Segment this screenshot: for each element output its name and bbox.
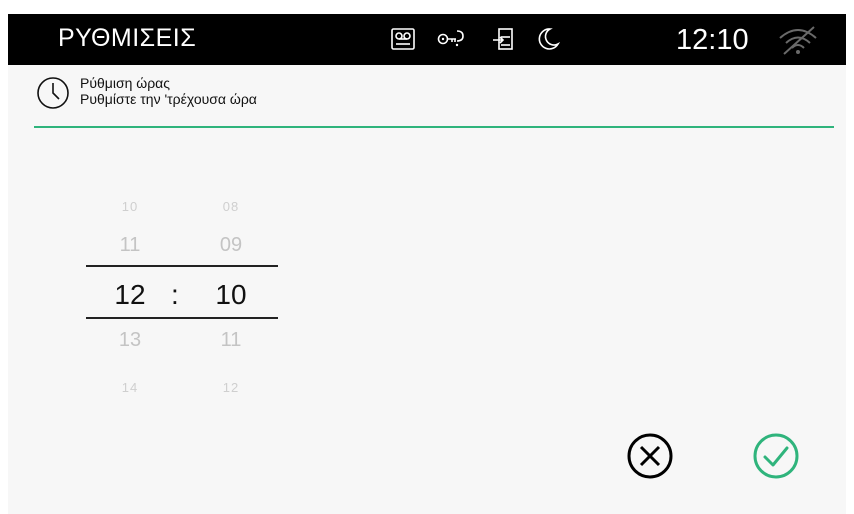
selection-line-top [86,265,278,267]
minute-option[interactable]: 11 [201,329,261,352]
page-title: ΡΥΘΜΙΣΕΙΣ [58,24,197,52]
hour-option[interactable]: 11 [100,234,160,257]
section-header: Ρύθμιση ώρας Ρυθμίστε την 'τρέχουσα ώρα [34,72,834,128]
selection-line-bottom [86,317,278,319]
hour-option[interactable]: 13 [100,329,160,352]
section-title: Ρύθμιση ώρας [80,75,171,91]
minute-selected[interactable]: 10 [201,279,261,311]
wifi-off-icon [779,26,817,55]
top-status-bar: ΡΥΘΜΙΣΕΙΣ 12:10 [8,14,846,65]
voicemail-icon [391,28,415,50]
clock-icon [37,77,69,109]
confirm-button[interactable] [752,432,800,480]
current-time: 12:10 [676,24,749,56]
minute-option[interactable]: 08 [201,199,261,214]
settings-screen: ΡΥΘΜΙΣΕΙΣ 12:10 Ρύθμιση ώρας Ρυθμίστε τη… [8,14,846,514]
time-separator: : [171,279,179,310]
cancel-button[interactable] [626,432,674,480]
key-icon [437,30,464,47]
hour-selected[interactable]: 12 [100,279,160,311]
section-subtitle: Ρυθμίστε την 'τρέχουσα ώρα [80,91,257,107]
header-divider [34,126,834,128]
moon-icon [538,28,561,50]
cancel-icon [627,433,673,479]
hour-option[interactable]: 14 [100,380,160,395]
minute-option[interactable]: 12 [201,380,261,395]
confirm-icon [753,433,799,479]
door-exit-icon [493,28,513,50]
minute-option[interactable]: 09 [201,234,261,257]
hour-option[interactable]: 10 [100,199,160,214]
